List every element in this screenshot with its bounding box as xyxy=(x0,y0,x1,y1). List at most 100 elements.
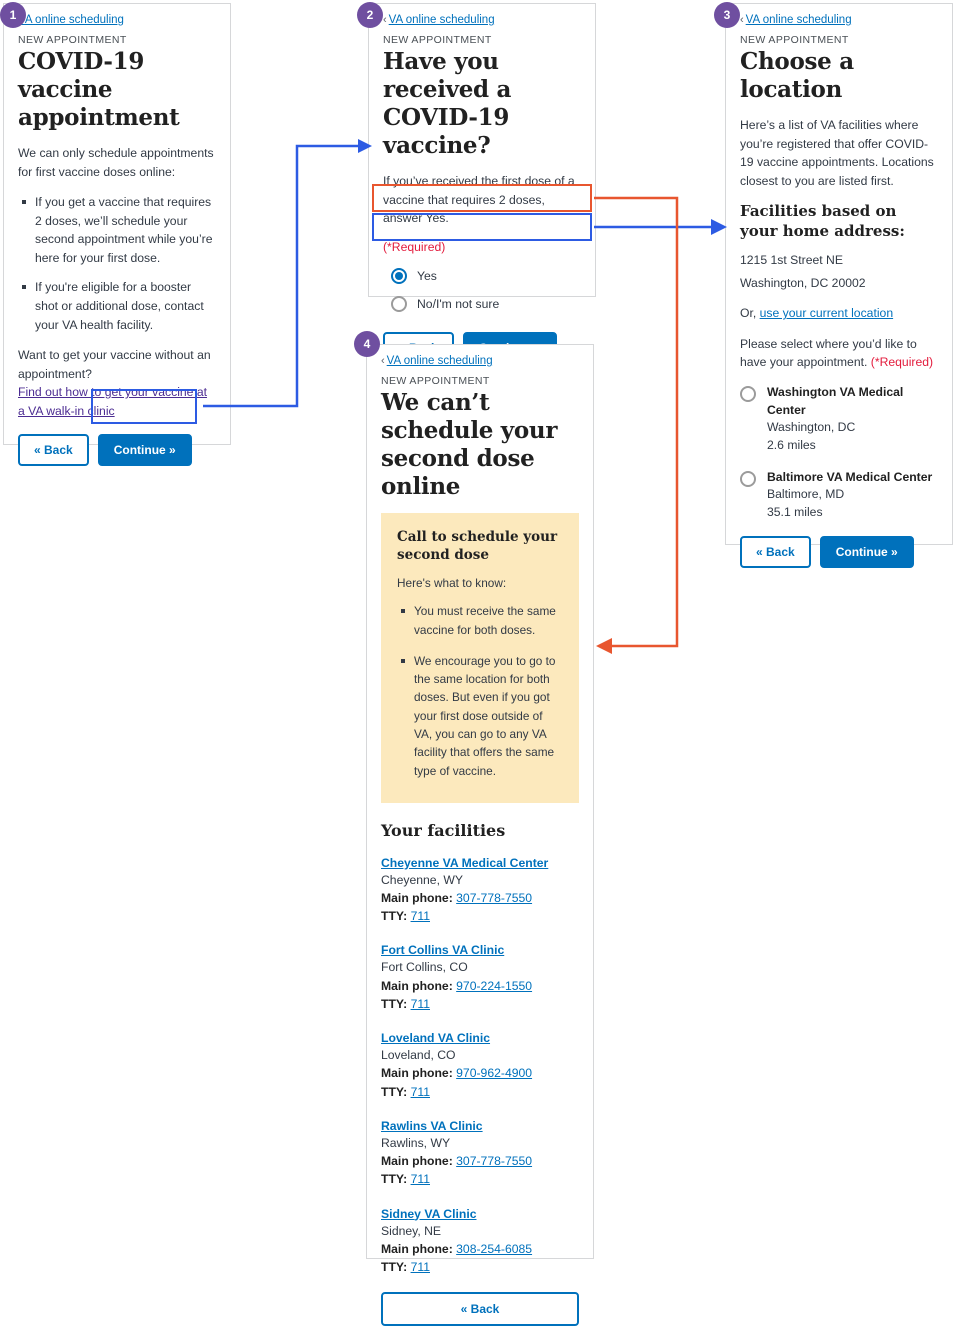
your-facilities-heading: Your facilities xyxy=(381,820,506,840)
facility-city: Baltimore, MD xyxy=(767,487,845,502)
list-item: Rawlins VA Clinic Rawlins, WY Main phone… xyxy=(381,1117,579,1189)
facility-link[interactable]: Loveland VA Clinic xyxy=(381,1031,490,1045)
list-item: If you get a vaccine that requires 2 dos… xyxy=(22,193,216,267)
eyebrow-new-appointment: NEW APPOINTMENT xyxy=(18,34,127,46)
chevron-left-icon: ‹ xyxy=(740,14,744,26)
list-item: Cheyenne VA Medical Center Cheyenne, WY … xyxy=(381,854,579,926)
or-prefix: Or, xyxy=(740,306,760,321)
facility-distance: 2.6 miles xyxy=(767,438,816,453)
radio-option-yes[interactable]: Yes xyxy=(383,262,581,290)
facility-link[interactable]: Cheyenne VA Medical Center xyxy=(381,856,548,870)
main-phone-link[interactable]: 970-962-4900 xyxy=(456,1066,532,1080)
list-item: You must receive the same vaccine for bo… xyxy=(401,602,563,639)
continue-button[interactable]: Continue » xyxy=(819,535,914,568)
location-description: Here’s a list of VA facilities where you… xyxy=(740,118,934,188)
radio-option-no-not-sure[interactable]: No/I'm not sure xyxy=(383,290,581,318)
facility-location: Cheyenne, WY xyxy=(381,872,463,887)
alert-bullet-list: You must receive the same vaccine for bo… xyxy=(397,602,563,780)
facility-main-phone-row: Main phone: 307-778-7550 xyxy=(381,889,579,907)
tty-link[interactable]: 711 xyxy=(411,909,430,923)
page-title: Choose a location xyxy=(740,48,854,104)
tty-link[interactable]: 711 xyxy=(411,997,430,1011)
main-phone-label: Main phone: xyxy=(381,1241,453,1256)
button-row: « Back Continue » xyxy=(740,535,938,568)
alert-intro: Here's what to know: xyxy=(397,576,507,591)
list-item: We encourage you to go to the same locat… xyxy=(401,652,563,780)
facility-location: Fort Collins, CO xyxy=(381,960,468,975)
main-phone-link[interactable]: 307-778-7550 xyxy=(456,891,532,905)
facility-location: Rawlins, WY xyxy=(381,1135,451,1150)
radio-icon-unselected[interactable] xyxy=(391,295,407,312)
facility-link[interactable]: Fort Collins VA Clinic xyxy=(381,943,504,957)
required-label: (*Required) xyxy=(870,355,934,370)
facility-city: Washington, DC xyxy=(767,420,856,435)
breadcrumb-link-va-online-scheduling[interactable]: VA online scheduling xyxy=(18,14,124,26)
facility-tty-row: TTY: 711 xyxy=(381,1258,579,1276)
facility-distance: 35.1 miles xyxy=(767,505,823,520)
radio-icon-selected[interactable] xyxy=(391,267,407,284)
breadcrumb-link-va-online-scheduling[interactable]: VA online scheduling xyxy=(389,14,495,26)
home-address-line-1: 1215 1st Street NE xyxy=(740,253,843,268)
continue-button[interactable]: Continue » xyxy=(97,434,192,467)
tty-label: TTY: xyxy=(381,909,408,924)
facility-location: Loveland, CO xyxy=(381,1048,456,1063)
button-row: « Back Continue » xyxy=(18,434,216,467)
main-phone-link[interactable]: 970-224-1550 xyxy=(456,979,532,993)
facility-link[interactable]: Rawlins VA Clinic xyxy=(381,1119,483,1133)
use-current-location-link[interactable]: use your current location xyxy=(760,306,893,320)
current-location-row: Or, use your current location xyxy=(740,304,938,323)
panel-covid-vaccine-appointment: VA online scheduling NEW APPOINTMENT COV… xyxy=(3,3,231,467)
radio-label: Yes xyxy=(417,268,437,283)
radio-icon-unselected[interactable] xyxy=(740,470,756,487)
main-phone-label: Main phone: xyxy=(381,890,453,905)
facility-main-phone-row: Main phone: 307-778-7550 xyxy=(381,1152,579,1170)
main-phone-label: Main phone: xyxy=(381,978,453,993)
facility-tty-row: TTY: 711 xyxy=(381,907,579,925)
walkin-clinic-link[interactable]: Find out how to get your vaccine at a VA… xyxy=(18,385,207,418)
page-title: COVID-19 vaccine appointment xyxy=(18,48,180,132)
connector-no-option-to-step3 xyxy=(594,219,727,235)
eligibility-bullet-list: If you get a vaccine that requires 2 dos… xyxy=(18,193,216,334)
alert-heading: Call to schedule your second dose xyxy=(397,529,558,563)
tty-link[interactable]: 711 xyxy=(411,1172,430,1186)
list-item: If you're eligible for a booster shot or… xyxy=(22,278,216,334)
facility-name: Baltimore VA Medical Center xyxy=(767,469,933,484)
back-button[interactable]: « Back xyxy=(381,1292,579,1327)
eyebrow-new-appointment: NEW APPOINTMENT xyxy=(740,34,849,46)
radio-icon-unselected[interactable] xyxy=(740,386,756,403)
required-label: (*Required) xyxy=(383,239,446,254)
facility-location: Sidney, NE xyxy=(381,1223,442,1238)
facility-main-phone-row: Main phone: 970-224-1550 xyxy=(381,977,579,995)
list-item: Fort Collins VA Clinic Fort Collins, CO … xyxy=(381,941,579,1013)
step-badge-3: 3 xyxy=(714,2,740,28)
facility-option-washington[interactable]: Washington VA Medical Center Washington,… xyxy=(740,384,938,455)
breadcrumb-link-va-online-scheduling[interactable]: VA online scheduling xyxy=(746,14,852,26)
eyebrow-new-appointment: NEW APPOINTMENT xyxy=(383,34,492,46)
tty-label: TTY: xyxy=(381,996,408,1011)
tty-link[interactable]: 711 xyxy=(411,1085,430,1099)
main-phone-label: Main phone: xyxy=(381,1153,453,1168)
facility-main-phone-row: Main phone: 308-254-6085 xyxy=(381,1240,579,1258)
breadcrumb: ‹ VA online scheduling xyxy=(740,14,938,26)
main-phone-link[interactable]: 307-778-7550 xyxy=(456,1154,532,1168)
alert-call-to-schedule: Call to schedule your second dose Here's… xyxy=(381,513,579,803)
back-button[interactable]: « Back xyxy=(18,434,89,467)
tty-label: TTY: xyxy=(381,1084,408,1099)
main-phone-link[interactable]: 308-254-6085 xyxy=(456,1242,532,1256)
facility-tty-row: TTY: 711 xyxy=(381,1170,579,1188)
facility-tty-row: TTY: 711 xyxy=(381,1083,579,1101)
facility-option-baltimore[interactable]: Baltimore VA Medical Center Baltimore, M… xyxy=(740,469,938,522)
facility-link[interactable]: Sidney VA Clinic xyxy=(381,1207,477,1221)
eyebrow-new-appointment: NEW APPOINTMENT xyxy=(381,375,490,387)
back-button[interactable]: « Back xyxy=(740,535,811,568)
breadcrumb-link-va-online-scheduling[interactable]: VA online scheduling xyxy=(387,355,493,367)
step-badge-2: 2 xyxy=(357,2,383,28)
radio-label: No/I'm not sure xyxy=(417,296,500,311)
intro-text: We can only schedule appointments for fi… xyxy=(18,146,214,179)
step-badge-4: 4 xyxy=(354,331,380,357)
facility-main-phone-row: Main phone: 970-962-4900 xyxy=(381,1064,579,1082)
page-title: We can’t schedule your second dose onlin… xyxy=(381,389,558,501)
breadcrumb: VA online scheduling xyxy=(18,14,216,26)
chevron-left-icon: ‹ xyxy=(383,14,387,26)
select-location-prompt: Please select where you’d like to have y… xyxy=(740,335,938,372)
